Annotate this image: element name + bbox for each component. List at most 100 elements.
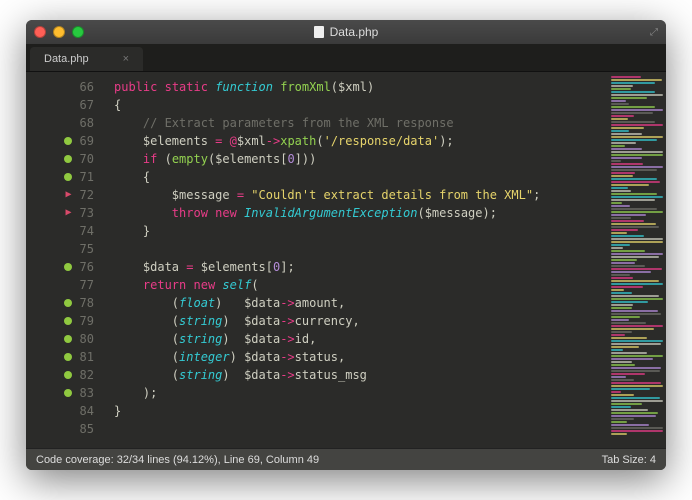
code-line[interactable]: {: [114, 168, 608, 186]
gutter-line[interactable]: 71: [26, 168, 104, 186]
code-line[interactable]: {: [114, 96, 608, 114]
minimap-line: [611, 283, 663, 285]
code-line[interactable]: $message = "Couldn't extract details fro…: [114, 186, 608, 204]
status-right[interactable]: Tab Size: 4: [602, 454, 656, 466]
minimap-line: [611, 337, 647, 339]
code-line[interactable]: // Extract parameters from the XML respo…: [114, 114, 608, 132]
code-line[interactable]: (string) $data->status_msg: [114, 366, 608, 384]
close-icon[interactable]: [34, 26, 46, 38]
code-line[interactable]: $data = $elements[0];: [114, 258, 608, 276]
gutter-line[interactable]: 79: [26, 312, 104, 330]
line-number: 78: [80, 294, 94, 312]
gutter-line[interactable]: 67: [26, 96, 104, 114]
code-line[interactable]: public static function fromXml($xml): [114, 78, 608, 96]
minimap-line: [611, 349, 623, 351]
minimap-line: [611, 109, 663, 111]
code-line[interactable]: [114, 240, 608, 258]
gutter-line[interactable]: 80: [26, 330, 104, 348]
minimap-line: [611, 247, 623, 249]
coverage-dot-icon: [64, 155, 72, 163]
minimap-line: [611, 415, 656, 417]
gutter-line[interactable]: 68: [26, 114, 104, 132]
code-line[interactable]: }: [114, 402, 608, 420]
fullscreen-icon[interactable]: ⤢: [650, 27, 658, 38]
minimap-line: [611, 298, 663, 300]
code-line[interactable]: if (empty($elements[0])): [114, 150, 608, 168]
minimap-line: [611, 208, 657, 210]
minimap-line: [611, 301, 648, 303]
gutter-line[interactable]: 76: [26, 258, 104, 276]
code-line[interactable]: $elements = @$xml->xpath('/response/data…: [114, 132, 608, 150]
minimap-line: [611, 343, 661, 345]
gutter-line[interactable]: 85: [26, 420, 104, 438]
code-line[interactable]: }: [114, 222, 608, 240]
code-line[interactable]: (integer) $data->status,: [114, 348, 608, 366]
gutter-line[interactable]: 66: [26, 78, 104, 96]
code-content[interactable]: public static function fromXml($xml){ //…: [104, 72, 608, 448]
titlebar[interactable]: Data.php ⤢: [26, 20, 666, 44]
coverage-dot-icon: [64, 389, 72, 397]
code-line[interactable]: (string) $data->currency,: [114, 312, 608, 330]
minimap-line: [611, 238, 663, 240]
gutter-line[interactable]: 69: [26, 132, 104, 150]
minimap-line: [611, 223, 656, 225]
code-line[interactable]: (string) $data->id,: [114, 330, 608, 348]
minimize-icon[interactable]: [53, 26, 65, 38]
gutter[interactable]: 666768697071▶72▶737475767778798081828384…: [26, 72, 104, 448]
close-icon[interactable]: ×: [123, 53, 129, 65]
minimap-line: [611, 232, 627, 234]
gutter-line[interactable]: 82: [26, 366, 104, 384]
line-number: 74: [80, 222, 94, 240]
window-title: Data.php: [26, 25, 666, 39]
gutter-line[interactable]: 75: [26, 240, 104, 258]
line-number: 75: [80, 240, 94, 258]
minimap-line: [611, 319, 629, 321]
code-line[interactable]: );: [114, 384, 608, 402]
minimap-line: [611, 259, 637, 261]
minimap-line: [611, 331, 632, 333]
gutter-line[interactable]: ▶72: [26, 186, 104, 204]
code-line[interactable]: [114, 420, 608, 438]
zoom-icon[interactable]: [72, 26, 84, 38]
gutter-line[interactable]: 78: [26, 294, 104, 312]
gutter-line[interactable]: 70: [26, 150, 104, 168]
minimap-line: [611, 166, 663, 168]
minimap-line: [611, 265, 645, 267]
gutter-line[interactable]: 74: [26, 222, 104, 240]
line-number: 83: [80, 384, 94, 402]
coverage-dot-icon: [64, 353, 72, 361]
coverage-dot-icon: [64, 299, 72, 307]
minimap-line: [611, 316, 640, 318]
minimap-line: [611, 256, 659, 258]
editor-window: Data.php ⤢ Data.php × 666768697071▶72▶73…: [26, 20, 666, 470]
coverage-dot-icon: [64, 173, 72, 181]
minimap-line: [611, 367, 661, 369]
minimap-line: [611, 352, 647, 354]
minimap-line: [611, 118, 628, 120]
tab-data-php[interactable]: Data.php ×: [30, 47, 143, 71]
minimap-line: [611, 190, 631, 192]
minimap-line: [611, 136, 663, 138]
code-line[interactable]: (float) $data->amount,: [114, 294, 608, 312]
minimap-line: [611, 127, 644, 129]
gutter-line[interactable]: 81: [26, 348, 104, 366]
minimap-line: [611, 325, 663, 327]
status-left: Code coverage: 32/34 lines (94.12%), Lin…: [36, 454, 319, 466]
minimap-line: [611, 391, 621, 393]
minimap-line: [611, 196, 663, 198]
window-title-text: Data.php: [330, 25, 379, 39]
minimap-line: [611, 379, 634, 381]
gutter-line[interactable]: 84: [26, 402, 104, 420]
code-line[interactable]: throw new InvalidArgumentException($mess…: [114, 204, 608, 222]
statusbar: Code coverage: 32/34 lines (94.12%), Lin…: [26, 448, 666, 470]
gutter-line[interactable]: 83: [26, 384, 104, 402]
minimap-line: [611, 358, 653, 360]
line-number: 76: [80, 258, 94, 276]
line-number: 79: [80, 312, 94, 330]
gutter-line[interactable]: 77: [26, 276, 104, 294]
line-number: 82: [80, 366, 94, 384]
code-line[interactable]: return new self(: [114, 276, 608, 294]
minimap-line: [611, 175, 633, 177]
gutter-line[interactable]: ▶73: [26, 204, 104, 222]
minimap[interactable]: [608, 72, 666, 448]
